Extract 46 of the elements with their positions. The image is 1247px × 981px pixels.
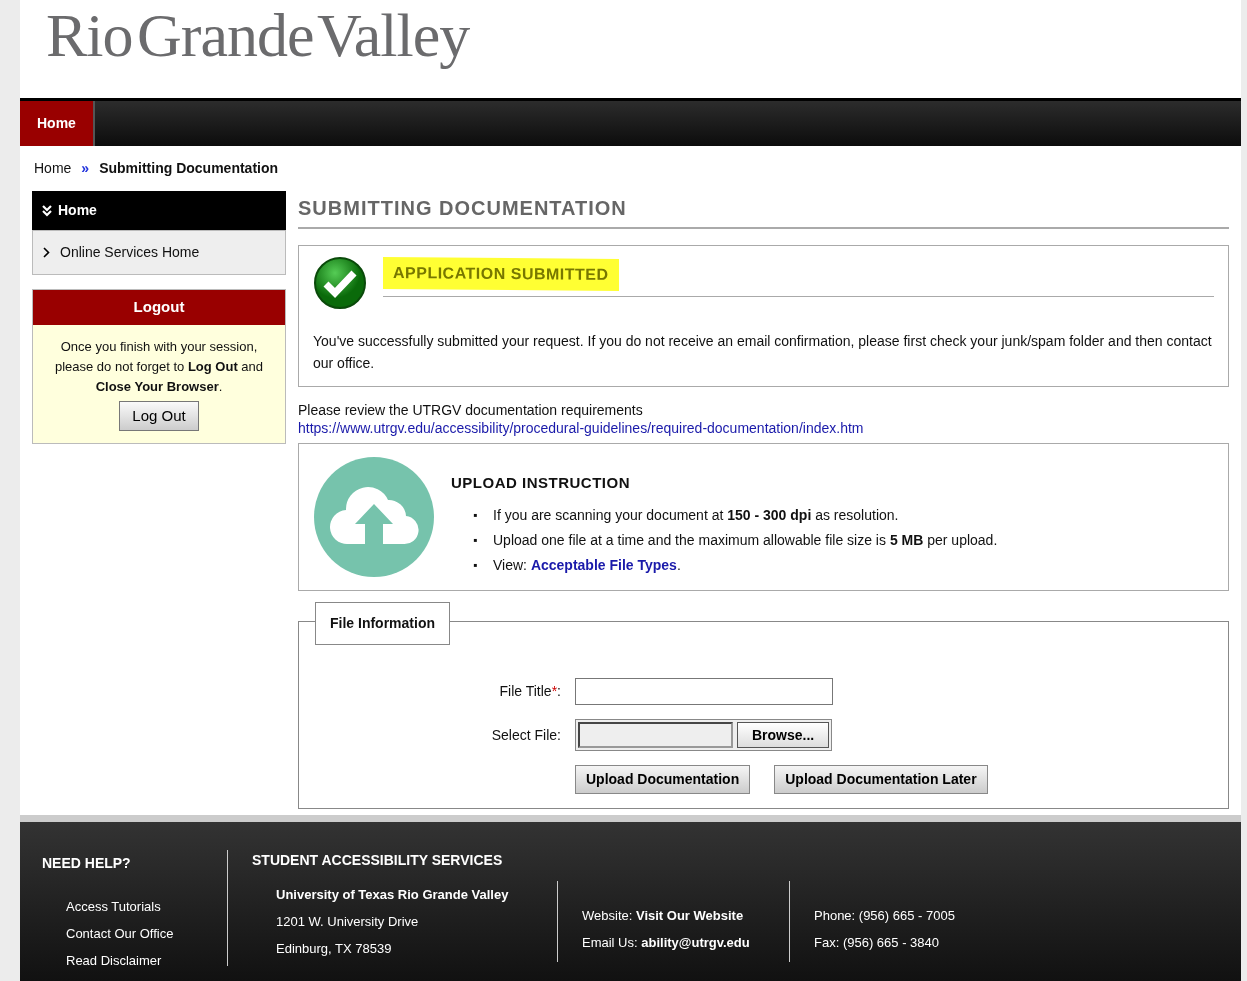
chevron-icon — [43, 247, 50, 258]
contact-line: Phone: (956) 665 - 7005 — [814, 907, 955, 925]
file-path-field[interactable] — [578, 722, 733, 748]
breadcrumb-current: Submitting Documentation — [99, 159, 279, 178]
logout-message: Once you finish with your session, please do not forget to Log Out and Close Your Browser. — [53, 337, 265, 396]
bullet-marker: ▪ — [473, 506, 479, 524]
instruction-item: View: Acceptable File Types. — [493, 555, 681, 575]
breadcrumb-link[interactable]: Home — [34, 158, 72, 179]
field-label: Select File: — [490, 725, 561, 745]
bullet-marker: ▪ — [473, 531, 479, 549]
logout-button[interactable]: Log Out — [119, 400, 199, 431]
footer-link[interactable]: Contact Our Office — [42, 920, 203, 947]
breadcrumb-separator: » — [81, 159, 90, 178]
field-label: File Title*: — [498, 682, 561, 701]
browse-button[interactable]: Browse... — [737, 722, 830, 748]
checkmark-icon — [313, 256, 367, 310]
footer-link[interactable]: Access Tutorials — [42, 893, 203, 920]
footer-heading: STUDENT ACCESSIBILITY SERVICES — [252, 851, 504, 870]
address-line: University of Texas Rio Grande Valley — [276, 886, 510, 904]
success-message: You've successfully submitted your request. If you do not receive an email confirmation, please first check your junk/spam folder and then contact our office. — [313, 332, 1213, 373]
bullet-marker: ▪ — [473, 556, 479, 574]
contact-line: Fax: (956) 665 - 3840 — [814, 934, 941, 952]
cloud-upload-icon — [313, 456, 435, 578]
instruction-title: UPLOAD INSTRUCTION — [451, 473, 631, 493]
contact-line: Email Us: ability@utrgv.edu — [582, 934, 751, 952]
footer-heading: NEED HELP? — [42, 854, 132, 873]
address-line: Edinburg, TX 78539 — [276, 940, 393, 958]
footer-link[interactable]: Read Disclaimer — [42, 947, 203, 974]
requirements-link[interactable]: https://www.utrgv.edu/accessibility/procedural-guidelines/required-documentation/index.htm — [298, 419, 1229, 437]
nav-tab[interactable]: Home — [20, 101, 95, 146]
file-types-link[interactable]: Acceptable File Types — [530, 556, 677, 573]
fieldset-legend: File Information — [315, 602, 450, 645]
contact-line: Website: Visit Our Website — [582, 907, 745, 925]
input-field[interactable] — [575, 678, 833, 705]
logout-title: Logout — [33, 290, 285, 325]
address-line: 1201 W. University Drive — [276, 913, 420, 931]
sidebar-item[interactable]: Online Services Home — [32, 230, 286, 275]
sidebar-heading-text: Home — [58, 201, 97, 220]
instruction-item: Upload one file at a time and the maximum allowable file size is 5 MB per upload. — [493, 530, 998, 550]
review-text: Please review the UTRGV documentation requirements — [298, 401, 644, 419]
success-title: APPLICATION SUBMITTED — [383, 256, 619, 292]
upload-button[interactable]: Upload Documentation Later — [774, 765, 988, 794]
double-chevron-icon — [42, 204, 52, 217]
upload-button[interactable]: Upload Documentation — [575, 765, 751, 794]
instruction-item: If you are scanning your document at 150 - 300 dpi as resolution. — [493, 505, 899, 525]
page-title: SUBMITTING DOCUMENTATION — [298, 191, 1229, 229]
